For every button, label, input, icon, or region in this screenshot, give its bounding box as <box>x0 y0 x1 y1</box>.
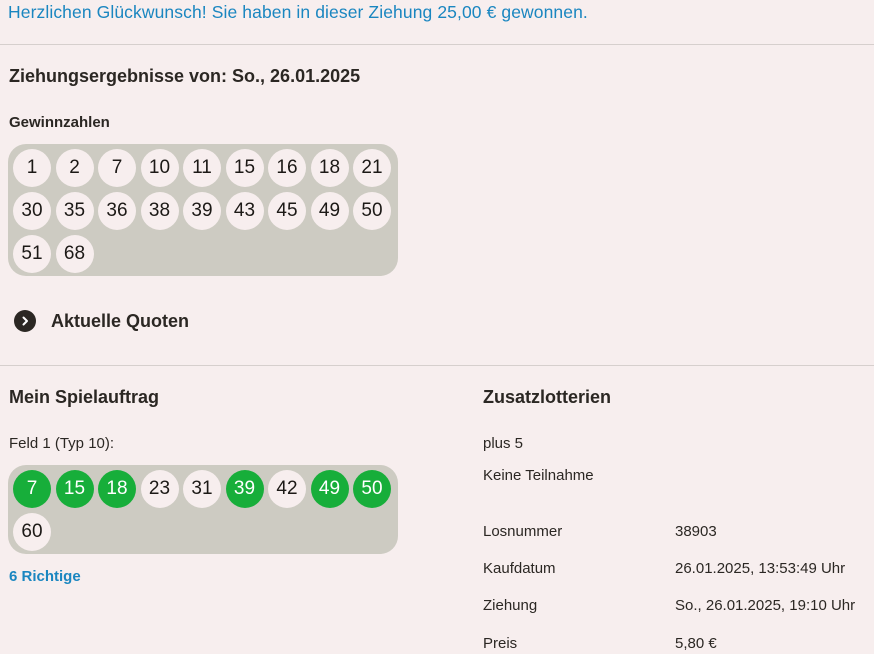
detail-label: Preis <box>483 635 518 652</box>
divider <box>0 365 874 366</box>
ticket-number-ball-hit: 15 <box>55 470 94 508</box>
detail-value: So., 26.01.2025, 19:10 Uhr <box>675 597 856 614</box>
winning-number-ball: 45 <box>268 192 306 230</box>
ticket-number-ball-hit: 18 <box>98 470 136 508</box>
ticket-number-ball-hit: 39 <box>225 470 264 508</box>
divider <box>0 44 874 45</box>
quotes-link[interactable]: Aktuelle Quoten <box>14 310 189 332</box>
quotes-link-label: Aktuelle Quoten <box>51 310 190 331</box>
detail-value: 38903 <box>675 523 717 540</box>
winning-number-ball: 16 <box>268 149 306 187</box>
winning-number-ball: 18 <box>310 149 349 187</box>
ticket-number-ball-hit: 49 <box>310 470 349 508</box>
winning-number-ball: 30 <box>13 192 51 230</box>
winning-number-ball: 11 <box>183 149 221 187</box>
ticket-number-ball-hit: 7 <box>13 470 51 508</box>
results-heading: Ziehungsergebnisse von: So., 26.01.2025 <box>9 66 361 86</box>
chevron-right-icon <box>14 310 36 332</box>
correct-count: 6 Richtige <box>9 568 81 585</box>
ticket-number-ball: 42 <box>268 470 306 508</box>
ticket-number-ball: 23 <box>140 470 179 508</box>
ticket-number-ball-hit: 50 <box>353 470 391 508</box>
ticket-numbers-box: 7 15 18 23 31 39 42 49 50 60 <box>8 465 398 554</box>
winning-number-ball: 39 <box>183 192 221 230</box>
winning-number-ball: 10 <box>140 149 179 187</box>
ticket-number-ball: 31 <box>183 470 221 508</box>
winning-number-ball: 38 <box>140 192 179 230</box>
winning-number-ball: 49 <box>310 192 349 230</box>
winning-number-ball: 35 <box>55 192 94 230</box>
winning-number-ball: 1 <box>13 149 51 187</box>
winning-number-ball: 43 <box>225 192 264 230</box>
detail-value: 5,80 € <box>675 635 717 652</box>
ticket-heading: Mein Spielauftrag <box>9 387 160 407</box>
detail-value: 26.01.2025, 13:53:49 Uhr <box>675 560 846 577</box>
winning-numbers-label: Gewinnzahlen <box>9 114 110 131</box>
winning-number-ball: 68 <box>55 235 94 273</box>
field-label: Feld 1 (Typ 10): <box>9 435 115 452</box>
winning-number-ball: 2 <box>55 149 94 187</box>
winning-number-ball: 21 <box>353 149 391 187</box>
ticket-number-ball: 60 <box>13 513 51 551</box>
winning-number-ball: 36 <box>98 192 136 230</box>
detail-label: Ziehung <box>483 597 538 614</box>
winning-numbers-box: 1 2 7 10 11 15 16 18 21 30 35 36 38 39 43 45 49 50 51 68 <box>8 144 398 276</box>
extra-lottery-name: plus 5 <box>483 435 524 452</box>
extra-lotteries-heading: Zusatzlotterien <box>483 387 612 407</box>
winning-number-ball: 7 <box>98 149 136 187</box>
detail-label: Losnummer <box>483 523 563 540</box>
winning-number-ball: 51 <box>13 235 51 273</box>
extra-lottery-status: Keine Teilnahme <box>483 467 594 484</box>
winning-number-ball: 50 <box>353 192 391 230</box>
win-banner: Herzlichen Glückwunsch! Sie haben in die… <box>8 2 588 22</box>
winning-number-ball: 15 <box>225 149 264 187</box>
detail-label: Kaufdatum <box>483 560 556 577</box>
